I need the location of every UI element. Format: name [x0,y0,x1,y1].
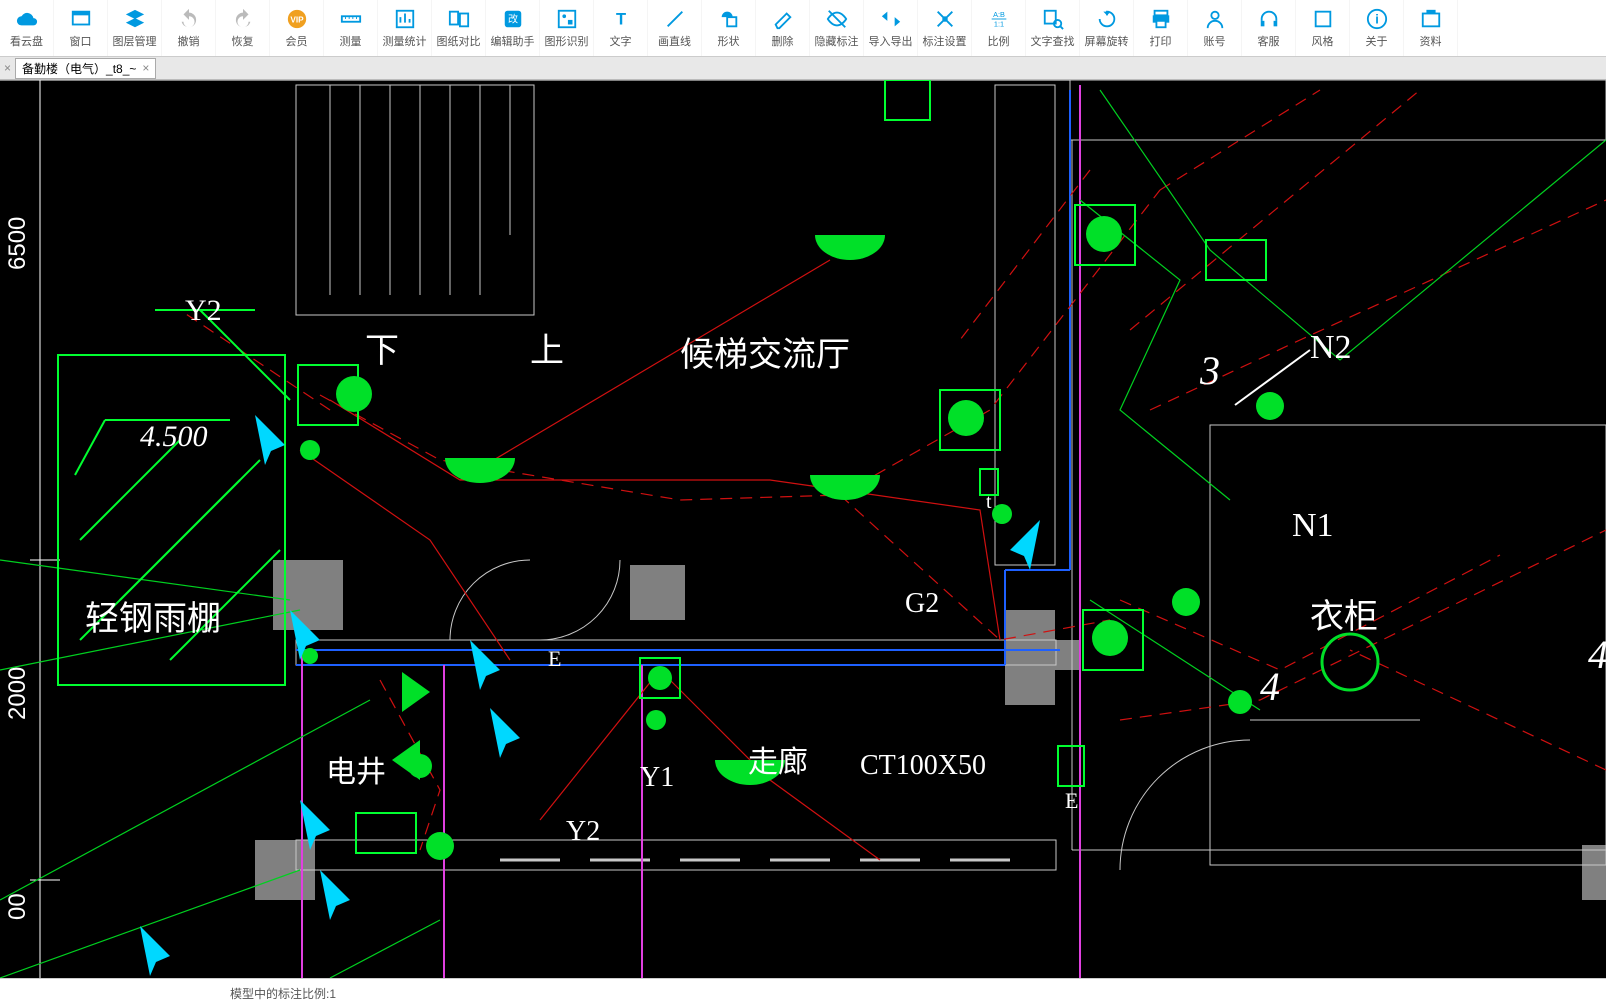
ratio-icon: A:B1:1 [988,8,1010,30]
shape-icon [718,8,740,30]
label-e1: E [548,646,561,671]
cloud-icon [16,8,38,30]
tool-support[interactable]: 客服 [1242,0,1296,56]
layers-icon [124,8,146,30]
edit-icon: 改 [502,8,524,30]
text-icon: T [610,8,632,30]
user-icon [1204,8,1226,30]
label-g2: G2 [905,588,939,619]
tab-bar: × 备勤楼（电气）_t8_~ × [0,57,1606,80]
tool-shape[interactable]: 形状 [702,0,756,56]
label-three: 3 [1199,348,1220,393]
label-n2: N2 [1310,329,1352,366]
label-stair-down: 下 [365,333,399,370]
window-icon [70,8,92,30]
svg-text:A:B: A:B [993,10,1005,19]
undo-icon [178,8,200,30]
resource-icon [1420,8,1442,30]
stat-icon [394,8,416,30]
marksetting-icon [934,8,956,30]
svg-text:VIP: VIP [290,15,304,24]
eraser-icon [772,8,794,30]
hide-icon [826,8,848,30]
label-level: 4.500 [140,420,208,453]
tool-cloud[interactable]: 看云盘 [0,0,54,56]
label-n1: N1 [1292,507,1334,544]
tool-import-export[interactable]: 导入导出 [864,0,918,56]
tool-ratio[interactable]: A:B1:1比例 [972,0,1026,56]
tool-compare[interactable]: 图纸对比 [432,0,486,56]
status-text: 模型中的标注比例:1 [230,985,336,1002]
tool-about[interactable]: i关于 [1350,0,1404,56]
dim-00: 00 [4,893,31,920]
svg-text:i: i [1375,11,1379,26]
label-stair-up: 上 [530,333,564,370]
label-hall: 候梯交流厅 [680,336,850,374]
dim-2000: 2000 [4,667,31,720]
tool-account[interactable]: 账号 [1188,0,1242,56]
tool-edit-helper[interactable]: 改编辑助手 [486,0,540,56]
toolbar: 看云盘 窗口 图层管理 撤销 恢复 VIP会员 测量 测量统计 图纸对比 改编辑… [0,0,1606,57]
tool-rotate[interactable]: 屏幕旋转 [1080,0,1134,56]
file-tab[interactable]: 备勤楼（电气）_t8_~ × [15,58,156,79]
close-all-icon[interactable]: × [0,61,15,75]
cad-svg: 6500 2000 00 [0,80,1606,978]
label-wardrobe: 衣柜 [1310,598,1378,636]
label-elec-well: 电井 [326,756,386,789]
rotate-icon [1096,8,1118,30]
tool-measure[interactable]: 测量 [324,0,378,56]
label-four: 4 [1260,664,1280,709]
tool-hide-mark[interactable]: 隐藏标注 [810,0,864,56]
print-icon [1150,8,1172,30]
label-corridor: 走廊 [748,746,808,779]
tool-find-text[interactable]: 文字查找 [1026,0,1080,56]
tool-shape-rec[interactable]: 图形识别 [540,0,594,56]
tool-layers[interactable]: 图层管理 [108,0,162,56]
svg-text:改: 改 [507,12,517,25]
tab-title: 备勤楼（电气）_t8_~ [22,60,136,77]
label-y2-bot: Y2 [566,816,600,847]
tool-delete[interactable]: 删除 [756,0,810,56]
recognize-icon [556,8,578,30]
redo-icon [232,8,254,30]
info-icon: i [1366,8,1388,30]
label-four-right: 4 [1588,632,1606,677]
headset-icon [1258,8,1280,30]
ruler-icon [340,8,362,30]
search-icon [1042,8,1064,30]
svg-text:1:1: 1:1 [993,19,1003,28]
tool-line[interactable]: 画直线 [648,0,702,56]
label-y2-top: Y2 [185,294,222,327]
dim-6500: 6500 [4,217,31,270]
tool-window[interactable]: 窗口 [54,0,108,56]
status-bar: 模型中的标注比例:1 [0,978,1606,1004]
svg-text:T: T [615,10,625,28]
tool-measure-stat[interactable]: 测量统计 [378,0,432,56]
label-canopy: 轻钢雨棚 [85,600,221,638]
tool-vip[interactable]: VIP会员 [270,0,324,56]
vip-icon: VIP [286,8,308,30]
tool-resource[interactable]: 资料 [1404,0,1458,56]
transfer-icon [880,8,902,30]
label-y1: Y1 [640,762,674,793]
tool-undo[interactable]: 撤销 [162,0,216,56]
cad-canvas[interactable]: 6500 2000 00 [0,80,1606,978]
palette-icon [1312,8,1334,30]
label-t: t [986,491,992,513]
compare-icon [448,8,470,30]
tool-text[interactable]: T文字 [594,0,648,56]
tool-mark-set[interactable]: 标注设置 [918,0,972,56]
label-e2: E [1065,788,1078,813]
line-icon [664,8,686,30]
label-ct: CT100X50 [860,750,986,781]
tool-style[interactable]: 风格 [1296,0,1350,56]
tab-close-icon[interactable]: × [142,61,149,75]
tool-redo[interactable]: 恢复 [216,0,270,56]
tool-print[interactable]: 打印 [1134,0,1188,56]
